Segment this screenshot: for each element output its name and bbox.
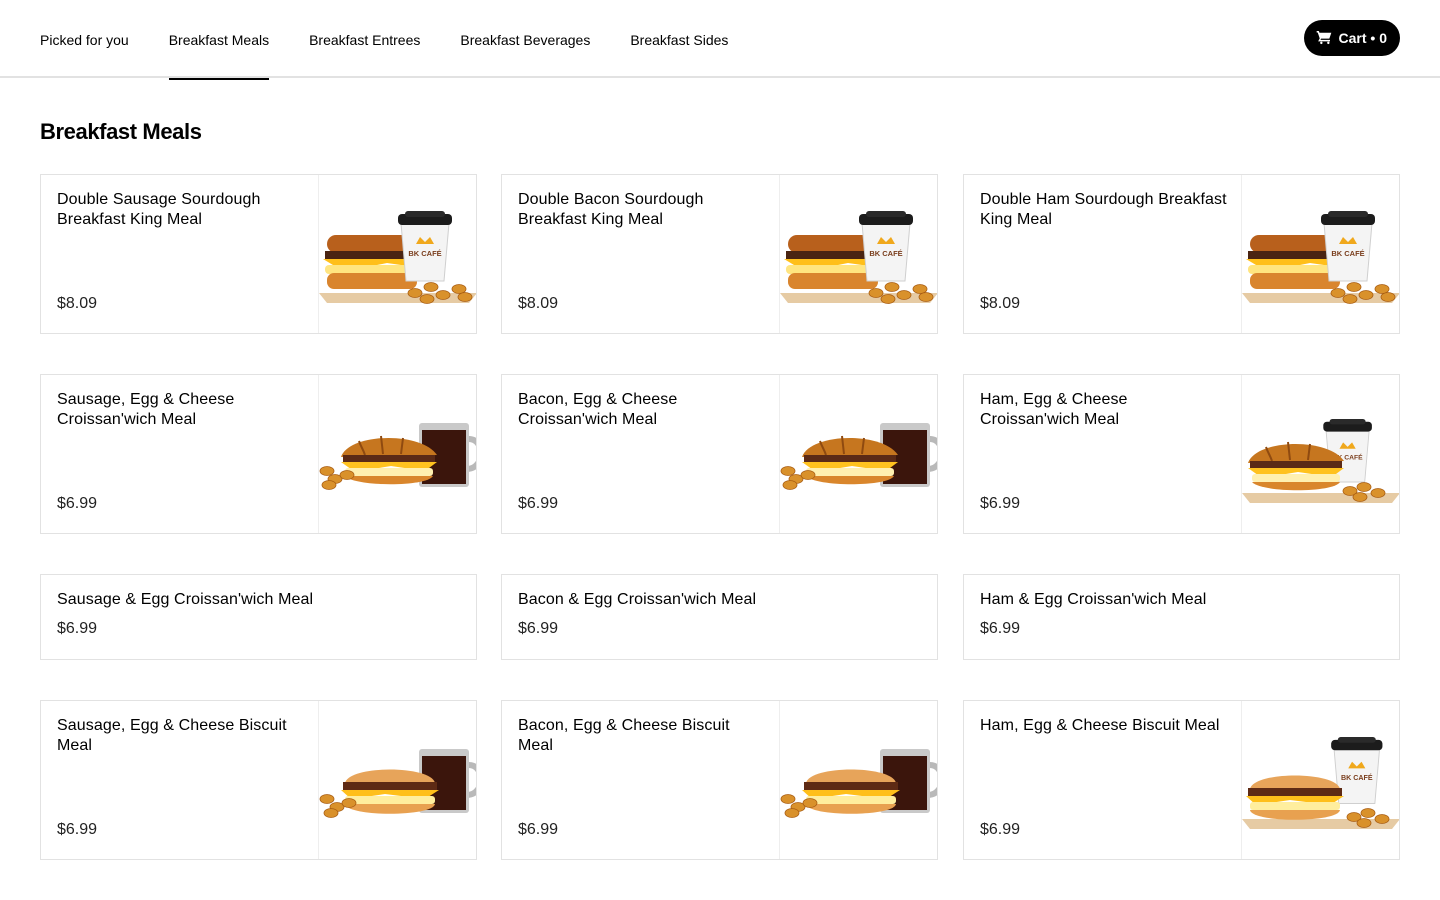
item-price: $6.99 — [518, 821, 559, 838]
item-price: $6.99 — [980, 620, 1021, 637]
item-price: $6.99 — [57, 495, 98, 512]
cart-icon — [1316, 29, 1339, 48]
menu-item-card[interactable]: Ham, Egg & Cheese Croissan'wich Meal $6.… — [963, 374, 1400, 534]
item-name: Sausage, Egg & Cheese Biscuit Meal — [57, 717, 287, 754]
item-price: $6.99 — [57, 821, 98, 838]
cart-label: Cart • 0 — [1338, 30, 1387, 46]
item-image: BK CAFÉ — [1241, 375, 1399, 533]
item-image — [318, 375, 476, 533]
menu-item-card[interactable]: Bacon, Egg & Cheese Biscuit Meal $6.99 — [501, 700, 938, 860]
item-price: $6.99 — [518, 495, 559, 512]
item-image: BK CAFÉ — [318, 175, 476, 333]
tab-breakfast-sides[interactable]: Breakfast Sides — [630, 0, 728, 78]
menu-item-card[interactable]: Ham, Egg & Cheese Biscuit Meal $6.99 BK … — [963, 700, 1400, 860]
category-tabs: Picked for you Breakfast Meals Breakfast… — [40, 0, 768, 80]
item-image: BK CAFÉ — [1241, 701, 1399, 859]
item-image — [779, 701, 937, 859]
item-name: Double Sausage Sourdough Breakfast King … — [57, 191, 261, 228]
menu-item-card[interactable]: Double Ham Sourdough Breakfast King Meal… — [963, 174, 1400, 334]
item-price: $8.09 — [980, 295, 1021, 312]
item-price: $8.09 — [57, 295, 98, 312]
menu-item-card[interactable]: Double Sausage Sourdough Breakfast King … — [40, 174, 477, 334]
menu-item-card[interactable]: Bacon & Egg Croissan'wich Meal $6.99 — [501, 574, 938, 660]
item-name: Ham & Egg Croissan'wich Meal — [980, 591, 1207, 608]
cart-button[interactable]: Cart • 0 — [1303, 20, 1400, 56]
tab-breakfast-entrees[interactable]: Breakfast Entrees — [309, 0, 420, 78]
category-nav-bar: Picked for you Breakfast Meals Breakfast… — [0, 0, 1440, 80]
item-image: BK CAFÉ — [1241, 175, 1399, 333]
item-price: $8.09 — [518, 295, 559, 312]
tab-picked-for-you[interactable]: Picked for you — [40, 0, 129, 78]
svg-text:BK CAFÉ: BK CAFÉ — [1331, 249, 1364, 258]
item-name: Double Bacon Sourdough Breakfast King Me… — [518, 191, 704, 228]
item-image — [318, 701, 476, 859]
item-name: Double Ham Sourdough Breakfast King Meal — [980, 191, 1227, 228]
svg-text:BK CAFÉ: BK CAFÉ — [408, 249, 441, 258]
item-image: BK CAFÉ — [779, 175, 937, 333]
menu-item-card[interactable]: Sausage & Egg Croissan'wich Meal $6.99 — [40, 574, 477, 660]
item-name: Bacon, Egg & Cheese Biscuit Meal — [518, 717, 730, 754]
tab-breakfast-beverages[interactable]: Breakfast Beverages — [460, 0, 590, 78]
menu-item-card[interactable]: Sausage, Egg & Cheese Croissan'wich Meal… — [40, 374, 477, 534]
item-name: Sausage, Egg & Cheese Croissan'wich Meal — [57, 391, 235, 428]
item-name: Bacon & Egg Croissan'wich Meal — [518, 591, 757, 608]
menu-item-card[interactable]: Double Bacon Sourdough Breakfast King Me… — [501, 174, 938, 334]
item-image — [779, 375, 937, 533]
item-name: Ham, Egg & Cheese Biscuit Meal — [980, 717, 1220, 734]
item-name: Sausage & Egg Croissan'wich Meal — [57, 591, 314, 608]
item-price: $6.99 — [518, 620, 559, 637]
tab-breakfast-meals[interactable]: Breakfast Meals — [168, 0, 270, 80]
svg-text:BK CAFÉ: BK CAFÉ — [1341, 773, 1373, 782]
menu-item-card[interactable]: Ham & Egg Croissan'wich Meal $6.99 — [963, 574, 1400, 660]
item-price: $6.99 — [57, 620, 98, 637]
item-name: Bacon, Egg & Cheese Croissan'wich Meal — [518, 391, 678, 428]
svg-text:BK CAFÉ: BK CAFÉ — [869, 249, 902, 258]
menu-item-card[interactable]: Sausage, Egg & Cheese Biscuit Meal $6.99 — [40, 700, 477, 860]
menu-item-card[interactable]: Bacon, Egg & Cheese Croissan'wich Meal $… — [501, 374, 938, 534]
item-name: Ham, Egg & Cheese Croissan'wich Meal — [980, 391, 1128, 428]
section-title: Breakfast Meals — [40, 119, 202, 144]
item-price: $6.99 — [980, 495, 1021, 512]
item-price: $6.99 — [980, 821, 1021, 838]
